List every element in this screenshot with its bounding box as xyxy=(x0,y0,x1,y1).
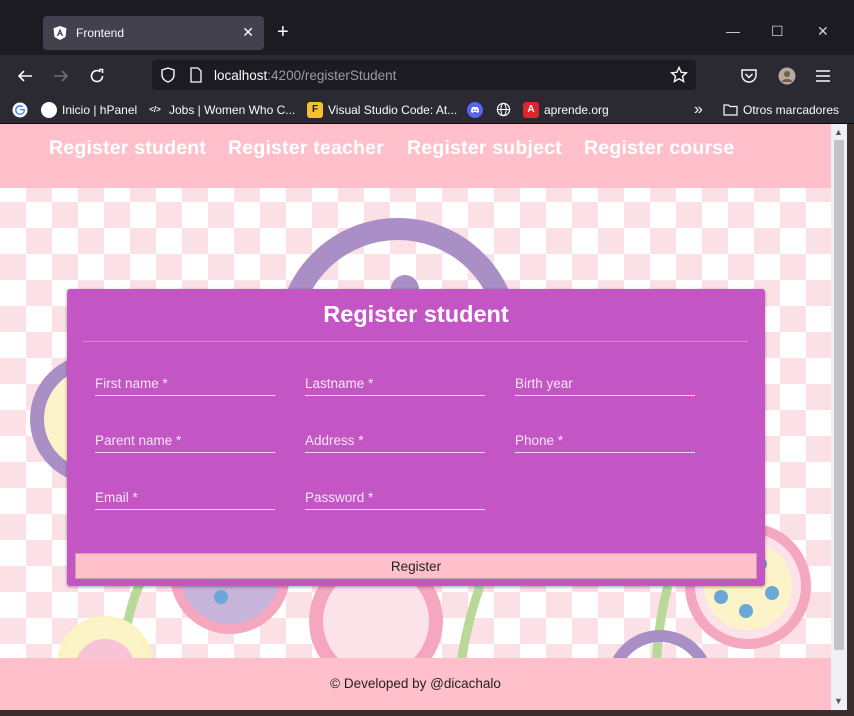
bookmarks-overflow-button[interactable]: » xyxy=(694,101,703,118)
page-viewport: Register student Register teacher Regist… xyxy=(0,124,831,710)
url-text[interactable]: localhost:4200/registerStudent xyxy=(214,68,396,83)
bookmark-label: aprende.org xyxy=(544,102,609,117)
new-tab-button[interactable]: + xyxy=(277,22,289,42)
bookmark-hpanel[interactable]: Inicio | hPanel xyxy=(41,101,137,118)
url-host: localhost xyxy=(214,68,268,83)
scrollbar-thumb[interactable] xyxy=(834,140,844,650)
bookmark-label: Inicio | hPanel xyxy=(62,102,138,117)
angular-icon xyxy=(53,26,67,40)
page-scrollbar[interactable]: ▲ ▼ xyxy=(831,124,847,710)
globe-icon xyxy=(495,102,511,118)
browser-tab[interactable]: Frontend ✕ xyxy=(43,16,264,50)
field-label: Password * xyxy=(305,490,374,505)
url-path: :4200/registerStudent xyxy=(267,68,397,83)
folder-icon xyxy=(722,102,738,118)
pocket-icon[interactable] xyxy=(740,67,758,85)
nav-register-student[interactable]: Register student xyxy=(49,137,206,160)
field-label: Address * xyxy=(305,433,364,448)
tab-title: Frontend xyxy=(76,26,125,40)
forward-icon[interactable] xyxy=(52,67,70,85)
scroll-up-icon[interactable]: ▲ xyxy=(834,127,843,137)
discord-icon xyxy=(467,101,483,118)
menu-icon[interactable] xyxy=(814,67,832,85)
field-label: Parent name * xyxy=(95,433,182,448)
bookmark-wwcode[interactable]: </> Jobs | Women Who C... xyxy=(146,101,295,118)
url-bar[interactable]: localhost:4200/registerStudent xyxy=(152,60,696,90)
bookmark-label: Jobs | Women Who C... xyxy=(169,102,296,117)
shield-icon[interactable] xyxy=(159,66,177,84)
desktop-edge xyxy=(0,710,854,716)
hpanel-icon xyxy=(41,101,57,118)
field-label: First name * xyxy=(95,376,168,391)
bookmark-vscode[interactable]: F Visual Studio Code: At... xyxy=(307,101,457,118)
email-field[interactable]: Email * xyxy=(95,480,275,510)
account-avatar-icon[interactable] xyxy=(778,67,796,85)
bookmark-discord[interactable] xyxy=(467,101,488,118)
maximize-button[interactable]: ☐ xyxy=(771,24,784,38)
nav-register-course[interactable]: Register course xyxy=(584,137,734,160)
f-icon: F xyxy=(307,101,323,118)
back-icon[interactable] xyxy=(16,67,34,85)
field-label: Phone * xyxy=(515,433,564,448)
field-label: Email * xyxy=(95,490,138,505)
chevron-double-right-icon: » xyxy=(694,100,703,118)
app-header: Register student Register teacher Regist… xyxy=(0,124,831,188)
page-icon[interactable] xyxy=(187,66,205,84)
google-icon xyxy=(12,102,28,118)
tab-close-icon[interactable]: ✕ xyxy=(242,25,254,39)
first-name-field[interactable]: First name * xyxy=(95,366,275,396)
parent-name-field[interactable]: Parent name * xyxy=(95,423,275,453)
tab-strip: Frontend ✕ + — ☐ ✕ xyxy=(0,0,854,55)
password-field[interactable]: Password * xyxy=(305,480,485,510)
birth-year-field[interactable]: Birth year xyxy=(515,366,695,396)
bookmarks-toolbar: Inicio | hPanel </> Jobs | Women Who C..… xyxy=(0,95,854,124)
nav-register-teacher[interactable]: Register teacher xyxy=(228,137,384,160)
star-icon[interactable] xyxy=(670,66,688,84)
bookmark-globe[interactable] xyxy=(495,101,516,118)
register-student-card: Register student First name * Lastname *… xyxy=(67,289,765,586)
aprende-icon: A xyxy=(523,101,539,118)
close-window-button[interactable]: ✕ xyxy=(817,24,829,38)
nav-register-subject[interactable]: Register subject xyxy=(407,137,562,160)
bookmark-aprende[interactable]: A aprende.org xyxy=(523,101,609,118)
scroll-down-icon[interactable]: ▼ xyxy=(834,696,843,706)
minimize-button[interactable]: — xyxy=(726,24,740,38)
field-label: Birth year xyxy=(515,376,573,391)
navigation-toolbar: localhost:4200/registerStudent xyxy=(0,55,854,95)
address-field[interactable]: Address * xyxy=(305,423,485,453)
register-button[interactable]: Register xyxy=(75,553,757,579)
bookmark-label: Visual Studio Code: At... xyxy=(328,102,458,117)
bookmark-google[interactable] xyxy=(12,101,33,118)
wwcode-icon: </> xyxy=(149,105,161,114)
footer-text: © Developed by @dicachalo xyxy=(330,676,501,691)
reload-icon[interactable] xyxy=(88,67,106,85)
other-bookmarks-folder[interactable]: Otros marcadores xyxy=(722,101,839,118)
field-label: Lastname * xyxy=(305,376,374,391)
other-bookmarks-label: Otros marcadores xyxy=(743,102,840,117)
app-footer: © Developed by @dicachalo xyxy=(0,658,831,710)
phone-field[interactable]: Phone * xyxy=(515,423,695,453)
lastname-field[interactable]: Lastname * xyxy=(305,366,485,396)
divider xyxy=(83,341,748,342)
desktop-edge xyxy=(847,124,854,716)
form-title: Register student xyxy=(323,301,509,327)
